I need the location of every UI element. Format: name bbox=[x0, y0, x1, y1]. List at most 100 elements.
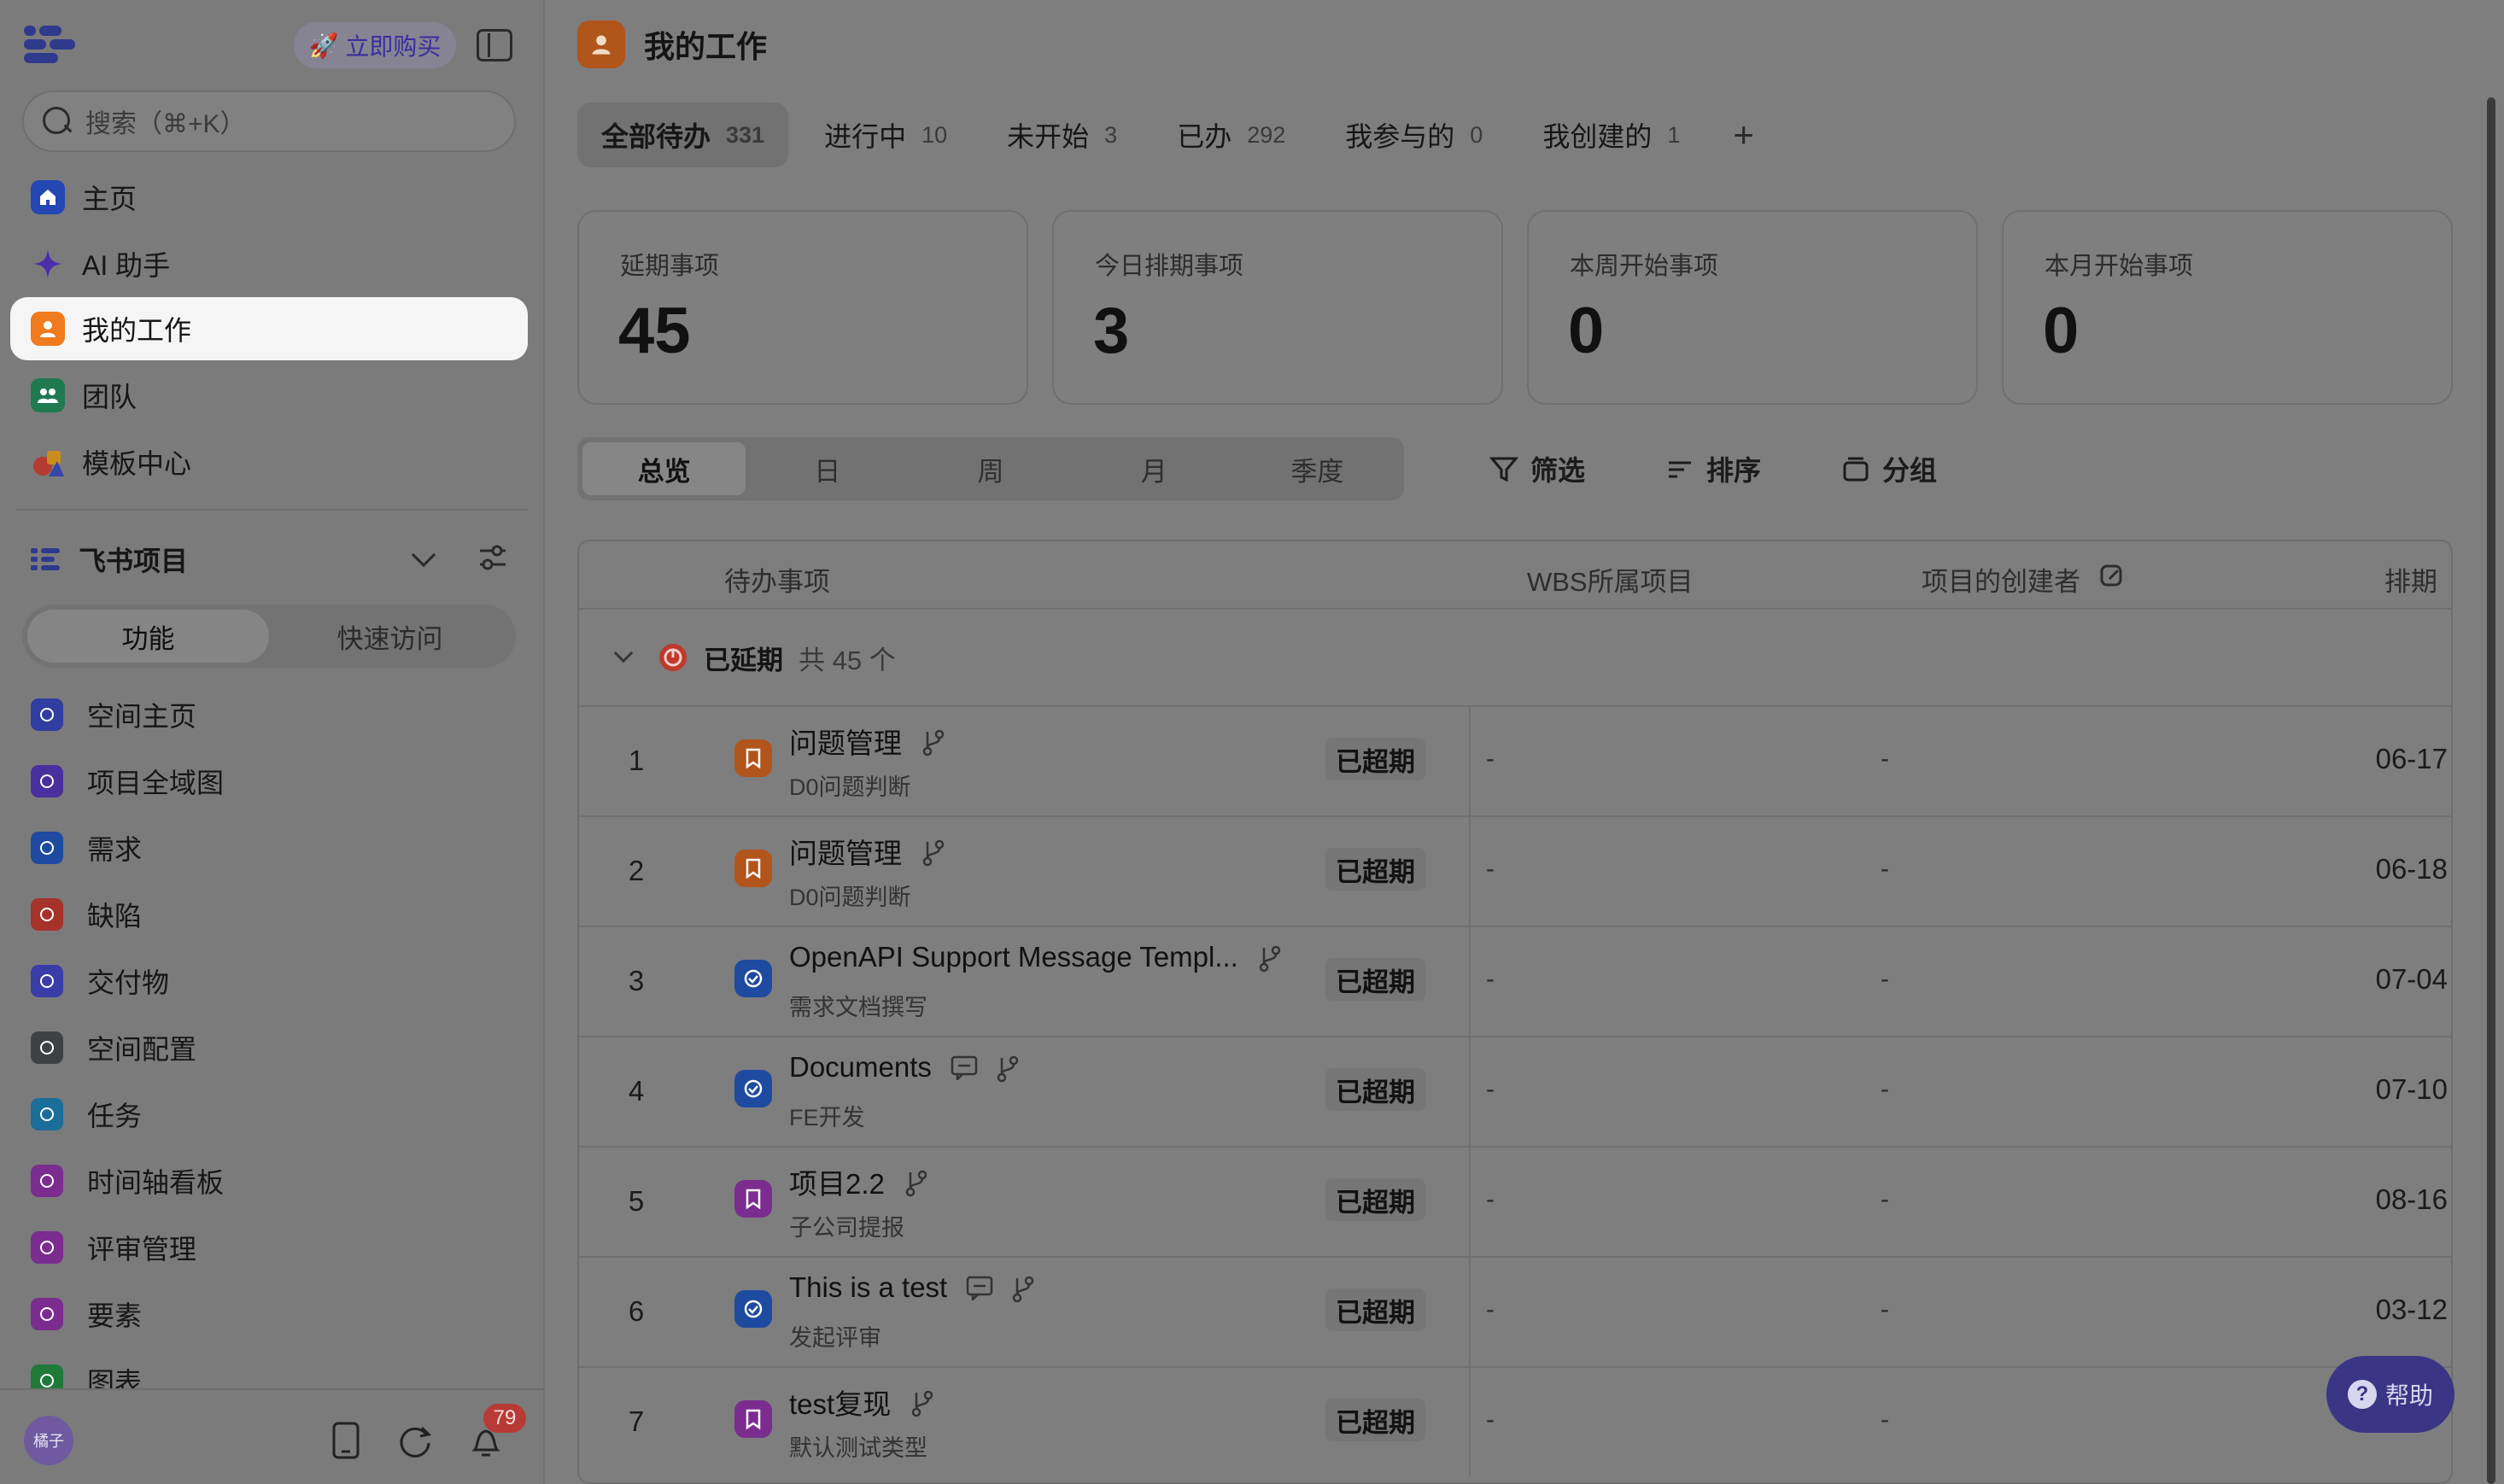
table-row[interactable]: 4 Documents FE开发 已超期 - - 07-10 bbox=[579, 1036, 2451, 1146]
tab-label: 未开始 bbox=[1007, 121, 1090, 152]
sidebar-function-item[interactable]: 评审管理 bbox=[31, 1221, 196, 1274]
person-icon bbox=[31, 312, 65, 346]
todo-title[interactable]: Documents bbox=[789, 1051, 1021, 1084]
tab-0[interactable]: 全部待办 331 bbox=[577, 102, 789, 167]
sidebar-toggle-icon[interactable] bbox=[477, 29, 512, 61]
check-circle-icon bbox=[734, 960, 772, 997]
branch-icon[interactable] bbox=[921, 838, 946, 867]
check-circle-icon bbox=[734, 1290, 772, 1328]
tab-5[interactable]: 我创建的 1 bbox=[1518, 102, 1704, 167]
group-header-overdue[interactable]: 已延期 共 45 个 bbox=[579, 610, 2451, 705]
mobile-icon[interactable] bbox=[328, 1421, 364, 1460]
stat-card[interactable]: 本周开始事项 0 bbox=[1527, 210, 1978, 405]
period-option[interactable]: 总览 bbox=[582, 442, 746, 495]
period-option[interactable]: 日 bbox=[746, 442, 909, 495]
todo-title[interactable]: test复现 bbox=[789, 1382, 935, 1423]
column-header-creator[interactable]: 项目的创建者 bbox=[1922, 560, 2080, 599]
function-label: 空间主页 bbox=[87, 701, 197, 732]
todo-title[interactable]: OpenAPI Support Message Templ... bbox=[789, 941, 1283, 973]
table-row[interactable]: 3 OpenAPI Support Message Templ... 需求文档撰写 已… bbox=[579, 926, 2451, 1036]
tab-count: 331 bbox=[726, 121, 765, 148]
stat-card[interactable]: 本月开始事项 0 bbox=[2002, 210, 2453, 405]
period-option[interactable]: 季度 bbox=[1236, 442, 1399, 495]
stat-label: 今日排期事项 bbox=[1095, 253, 1244, 280]
sliders-icon[interactable] bbox=[478, 543, 507, 572]
branch-icon[interactable] bbox=[1257, 944, 1283, 973]
sidebar-item-home[interactable]: 主页 bbox=[10, 166, 528, 229]
stat-value: 45 bbox=[618, 295, 691, 367]
sidebar-function-item[interactable]: 项目全域图 bbox=[31, 755, 224, 808]
sidebar-function-item[interactable]: 时间轴看板 bbox=[31, 1154, 224, 1207]
row-number: 3 bbox=[628, 965, 645, 996]
sidebar-function-item[interactable]: 缺陷 bbox=[31, 888, 142, 941]
function-icon bbox=[31, 832, 63, 864]
search-input[interactable]: 搜索（⌘+K） bbox=[22, 91, 516, 152]
column-divider bbox=[1469, 1258, 1471, 1366]
sort-button[interactable]: 排序 bbox=[1665, 446, 1761, 492]
refresh-icon[interactable] bbox=[398, 1421, 434, 1460]
todo-title[interactable]: 项目2.2 bbox=[789, 1161, 929, 1202]
add-tab-button[interactable]: + bbox=[1716, 102, 1771, 167]
todo-title[interactable]: 问题管理 bbox=[789, 721, 946, 762]
buy-now-button[interactable]: 🚀 立即购买 bbox=[294, 22, 456, 68]
sidebar-item-label: AI 助手 bbox=[82, 250, 171, 281]
todo-title[interactable]: 问题管理 bbox=[789, 831, 946, 872]
sidebar-function-item[interactable]: 交付物 bbox=[31, 955, 169, 1008]
stat-card[interactable]: 延期事项 45 bbox=[577, 210, 1028, 405]
stat-value: 3 bbox=[1093, 295, 1130, 367]
scrollbar[interactable] bbox=[2487, 97, 2495, 1484]
stat-card[interactable]: 今日排期事项 3 bbox=[1052, 210, 1503, 405]
table-row[interactable]: 6 This is a test 发起评审 已超期 - - 03-12 bbox=[579, 1256, 2451, 1366]
sparkle-icon bbox=[31, 247, 65, 281]
branch-icon[interactable] bbox=[1010, 1275, 1036, 1303]
creator-cell: - bbox=[1881, 1295, 1889, 1323]
segment-functions[interactable]: 功能 bbox=[27, 610, 269, 663]
column-header-todo[interactable]: 待办事项 bbox=[724, 560, 830, 599]
todo-title[interactable]: This is a test bbox=[789, 1271, 1036, 1304]
app-logo-icon[interactable] bbox=[24, 26, 77, 63]
sidebar-function-item[interactable]: 要素 bbox=[31, 1288, 142, 1341]
period-option[interactable]: 月 bbox=[1073, 442, 1236, 495]
comment-icon[interactable] bbox=[966, 1275, 993, 1303]
help-button[interactable]: ? 帮助 bbox=[2326, 1356, 2454, 1433]
sidebar-function-item[interactable]: 任务 bbox=[31, 1088, 142, 1141]
project-section-header[interactable]: 飞书项目 bbox=[31, 538, 518, 581]
link-field-icon bbox=[2100, 564, 2122, 587]
table-row[interactable]: 7 test复现 默认测试类型 已超期 - - bbox=[579, 1366, 2451, 1476]
sidebar-item-template-center[interactable]: 模板中心 bbox=[10, 430, 528, 494]
page-title-text: 我的工作 bbox=[644, 29, 768, 64]
row-number: 6 bbox=[628, 1295, 645, 1327]
filter-button[interactable]: 筛选 bbox=[1489, 446, 1585, 492]
tab-2[interactable]: 未开始 3 bbox=[983, 102, 1141, 167]
search-icon bbox=[43, 107, 72, 136]
sidebar-function-item[interactable]: 空间主页 bbox=[31, 688, 196, 741]
branch-icon[interactable] bbox=[904, 1169, 929, 1197]
tab-1[interactable]: 进行中 10 bbox=[800, 102, 971, 167]
tab-3[interactable]: 已办 292 bbox=[1153, 102, 1309, 167]
sidebar-item-label: 我的工作 bbox=[82, 315, 192, 346]
group-button[interactable]: 分组 bbox=[1841, 446, 1937, 492]
sidebar-function-item[interactable]: 需求 bbox=[31, 821, 142, 874]
period-option[interactable]: 周 bbox=[909, 442, 1072, 495]
branch-icon[interactable] bbox=[995, 1055, 1021, 1083]
comment-icon[interactable] bbox=[951, 1055, 978, 1083]
sidebar-function-item[interactable]: 空间配置 bbox=[31, 1021, 196, 1074]
column-header-wbs[interactable]: WBS所属项目 bbox=[1527, 560, 1694, 599]
sidebar-item-my-work[interactable]: 我的工作 bbox=[10, 297, 528, 360]
tab-label: 我创建的 bbox=[1542, 121, 1653, 152]
sidebar-item-ai-assistant[interactable]: AI 助手 bbox=[10, 232, 528, 295]
avatar[interactable]: 橘子 bbox=[24, 1416, 73, 1465]
branch-icon[interactable] bbox=[921, 728, 946, 757]
table-row[interactable]: 2 问题管理 D0问题判断 已超期 - - 06-18 bbox=[579, 815, 2451, 926]
column-divider bbox=[1469, 707, 1471, 815]
table-row[interactable]: 1 问题管理 D0问题判断 已超期 - - 06-17 bbox=[579, 705, 2451, 815]
table-row[interactable]: 5 项目2.2 子公司提报 已超期 - - 08-16 bbox=[579, 1146, 2451, 1256]
segment-quick-access[interactable]: 快速访问 bbox=[269, 610, 511, 663]
branch-icon[interactable] bbox=[910, 1389, 935, 1417]
period-switch: 总览日周月季度 bbox=[577, 437, 1404, 500]
column-header-schedule[interactable]: 排期 bbox=[2384, 560, 2437, 599]
sidebar-item-team[interactable]: 团队 bbox=[10, 364, 528, 427]
list-icon bbox=[31, 548, 60, 570]
tab-4[interactable]: 我参与的 0 bbox=[1321, 102, 1506, 167]
function-icon bbox=[31, 1165, 63, 1197]
